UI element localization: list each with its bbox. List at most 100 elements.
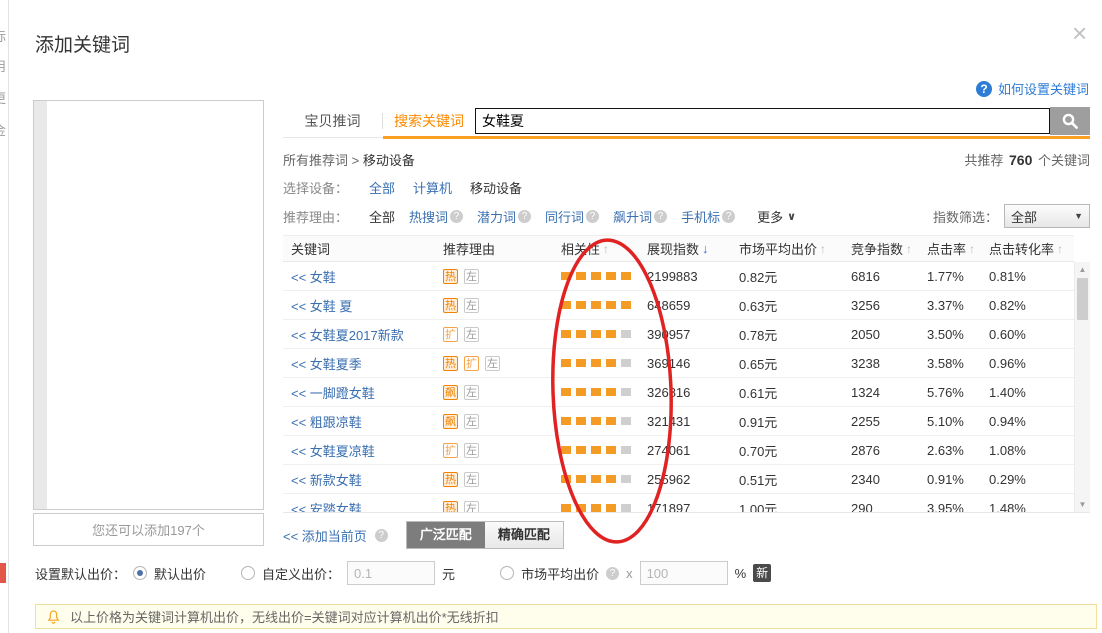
reason-option-飙升词[interactable]: 飙升词?: [613, 207, 667, 226]
sort-up-icon[interactable]: ↑: [906, 242, 912, 256]
relevance-bar: [576, 272, 586, 280]
cell-avg_bid: 0.61元: [739, 383, 851, 402]
help-icon[interactable]: ?: [586, 210, 599, 223]
reason-option-热搜词[interactable]: 热搜词?: [409, 207, 463, 226]
keyword-link[interactable]: << 女鞋夏凉鞋: [291, 441, 375, 460]
keyword-link[interactable]: << 一脚蹬女鞋: [291, 383, 375, 402]
total-count-suffix: 个关键词: [1034, 153, 1090, 168]
exact-match-button[interactable]: 精确匹配: [485, 522, 563, 548]
tab-search-keywords[interactable]: 搜索关键词: [383, 111, 475, 131]
broad-match-button[interactable]: 广泛匹配: [407, 522, 485, 548]
more-label: 更多: [757, 207, 783, 226]
how-to-set-keywords-link[interactable]: 如何设置关键词: [998, 79, 1089, 98]
column-header-展现指数[interactable]: 展现指数↓: [647, 239, 739, 258]
add-current-page-link[interactable]: << 添加当前页: [283, 526, 367, 545]
sort-up-icon[interactable]: ↑: [820, 242, 826, 256]
table-scrollbar[interactable]: ▲ ▼: [1074, 262, 1090, 512]
market-percent-input[interactable]: [640, 561, 728, 585]
more-button[interactable]: 更多 ∨: [757, 207, 796, 226]
cell-relevance: [561, 359, 647, 367]
reason-options: 全部热搜词?潜力词?同行词?飙升词?手机标?: [369, 207, 749, 226]
radio-default-bid[interactable]: [133, 566, 147, 580]
keyword-link[interactable]: << 粗跟凉鞋: [291, 412, 362, 431]
scrollbar-down-icon[interactable]: ▼: [1075, 497, 1090, 512]
reason-option-全部[interactable]: 全部: [369, 207, 395, 226]
help-icon[interactable]: ?: [450, 210, 463, 223]
breadcrumb-root[interactable]: 所有推荐词: [283, 153, 348, 168]
radio-custom-bid[interactable]: [241, 566, 255, 580]
meta-row: 所有推荐词 > 移动设备 共推荐 760 个关键词: [283, 150, 1090, 168]
sort-up-icon[interactable]: ↑: [969, 242, 975, 256]
cell-reason-badges: 扩左: [443, 443, 561, 458]
keyword-link[interactable]: << 女鞋: [291, 267, 336, 286]
reason-option-手机标[interactable]: 手机标?: [681, 207, 735, 226]
reason-option-同行词[interactable]: 同行词?: [545, 207, 599, 226]
index-filter: 指数筛选： 全部 ▼: [933, 204, 1090, 228]
custom-bid-option-label[interactable]: 自定义出价：: [262, 564, 340, 583]
cell-ctr: 2.63%: [927, 443, 989, 458]
index-filter-label: 指数筛选：: [933, 207, 998, 226]
total-count: 共推荐 760 个关键词: [964, 150, 1090, 169]
table-header: 关键词推荐理由相关性↑展现指数↓市场平均出价↑竞争指数↑点击率↑点击转化率↑: [283, 235, 1074, 262]
badge-hot: 热: [443, 298, 458, 313]
relevance-bar: [576, 388, 586, 396]
column-header-点击转化率[interactable]: 点击转化率↑: [989, 239, 1074, 258]
add-current-help-icon[interactable]: ?: [375, 529, 388, 542]
sort-down-icon[interactable]: ↓: [702, 241, 709, 256]
badge-left: 左: [464, 269, 479, 284]
question-icon[interactable]: ?: [976, 81, 992, 97]
cell-cvr: 0.82%: [989, 298, 1074, 313]
scrollbar-thumb[interactable]: [1077, 278, 1088, 320]
cell-cvr: 0.29%: [989, 472, 1074, 487]
device-option-计算机[interactable]: 计算机: [413, 181, 452, 196]
market-percent-unit: %: [735, 566, 747, 581]
device-option-移动设备[interactable]: 移动设备: [470, 181, 522, 196]
help-icon[interactable]: ?: [722, 210, 735, 223]
search-input[interactable]: [475, 108, 1050, 134]
relevance-bar: [621, 417, 631, 425]
close-icon[interactable]: ×: [1072, 20, 1087, 46]
default-bid-option-label[interactable]: 默认出价: [154, 564, 206, 583]
custom-bid-input[interactable]: [347, 561, 435, 585]
keyword-link[interactable]: << 新款女鞋: [291, 470, 362, 489]
reason-option-label: 同行词: [545, 207, 584, 226]
market-bid-option-label[interactable]: 市场平均出价: [521, 564, 599, 583]
sort-up-icon[interactable]: ↑: [1057, 242, 1063, 256]
market-bid-help-icon[interactable]: ?: [606, 567, 619, 580]
bell-icon: [46, 609, 61, 625]
column-header-相关性[interactable]: 相关性↑: [561, 239, 647, 258]
index-filter-dropdown[interactable]: 全部 ▼: [1004, 204, 1090, 228]
cell-relevance: [561, 417, 647, 425]
cell-competition: 2876: [851, 443, 927, 458]
table-row: << 安踏女鞋热左1718971.00元2903.95%1.48%: [283, 494, 1074, 513]
badge-left: 左: [464, 443, 479, 458]
cell-relevance: [561, 446, 647, 454]
device-option-全部[interactable]: 全部: [369, 181, 395, 196]
keyword-link[interactable]: << 安踏女鞋: [291, 499, 362, 514]
relevance-bar: [621, 301, 631, 309]
relevance-bar: [621, 504, 631, 512]
keyword-link[interactable]: << 女鞋 夏: [291, 296, 352, 315]
scrollbar-up-icon[interactable]: ▲: [1075, 262, 1090, 277]
column-header-点击率[interactable]: 点击率↑: [927, 239, 989, 258]
badge-hot: 热: [443, 269, 458, 284]
search-button[interactable]: [1050, 107, 1090, 135]
cell-cvr: 1.48%: [989, 501, 1074, 514]
column-header-竞争指数[interactable]: 竞争指数↑: [851, 239, 927, 258]
cell-cvr: 0.81%: [989, 269, 1074, 284]
reason-option-潜力词[interactable]: 潜力词?: [477, 207, 531, 226]
column-header-市场平均出价[interactable]: 市场平均出价↑: [739, 239, 851, 258]
radio-market-bid[interactable]: [500, 566, 514, 580]
keyword-link[interactable]: << 女鞋夏季: [291, 354, 362, 373]
cell-avg_bid: 0.63元: [739, 296, 851, 315]
tab-product-recommend[interactable]: 宝贝推词: [283, 111, 382, 131]
badge-left: 左: [464, 501, 479, 514]
keyword-link[interactable]: << 女鞋夏2017新款: [291, 325, 404, 344]
relevance-bar: [561, 272, 571, 280]
sort-up-icon[interactable]: ↑: [603, 242, 609, 256]
multiply-sign: x: [626, 566, 633, 581]
help-icon[interactable]: ?: [518, 210, 531, 223]
dropdown-caret-icon: ▼: [1074, 211, 1083, 221]
help-icon[interactable]: ?: [654, 210, 667, 223]
badge-left: 左: [464, 472, 479, 487]
